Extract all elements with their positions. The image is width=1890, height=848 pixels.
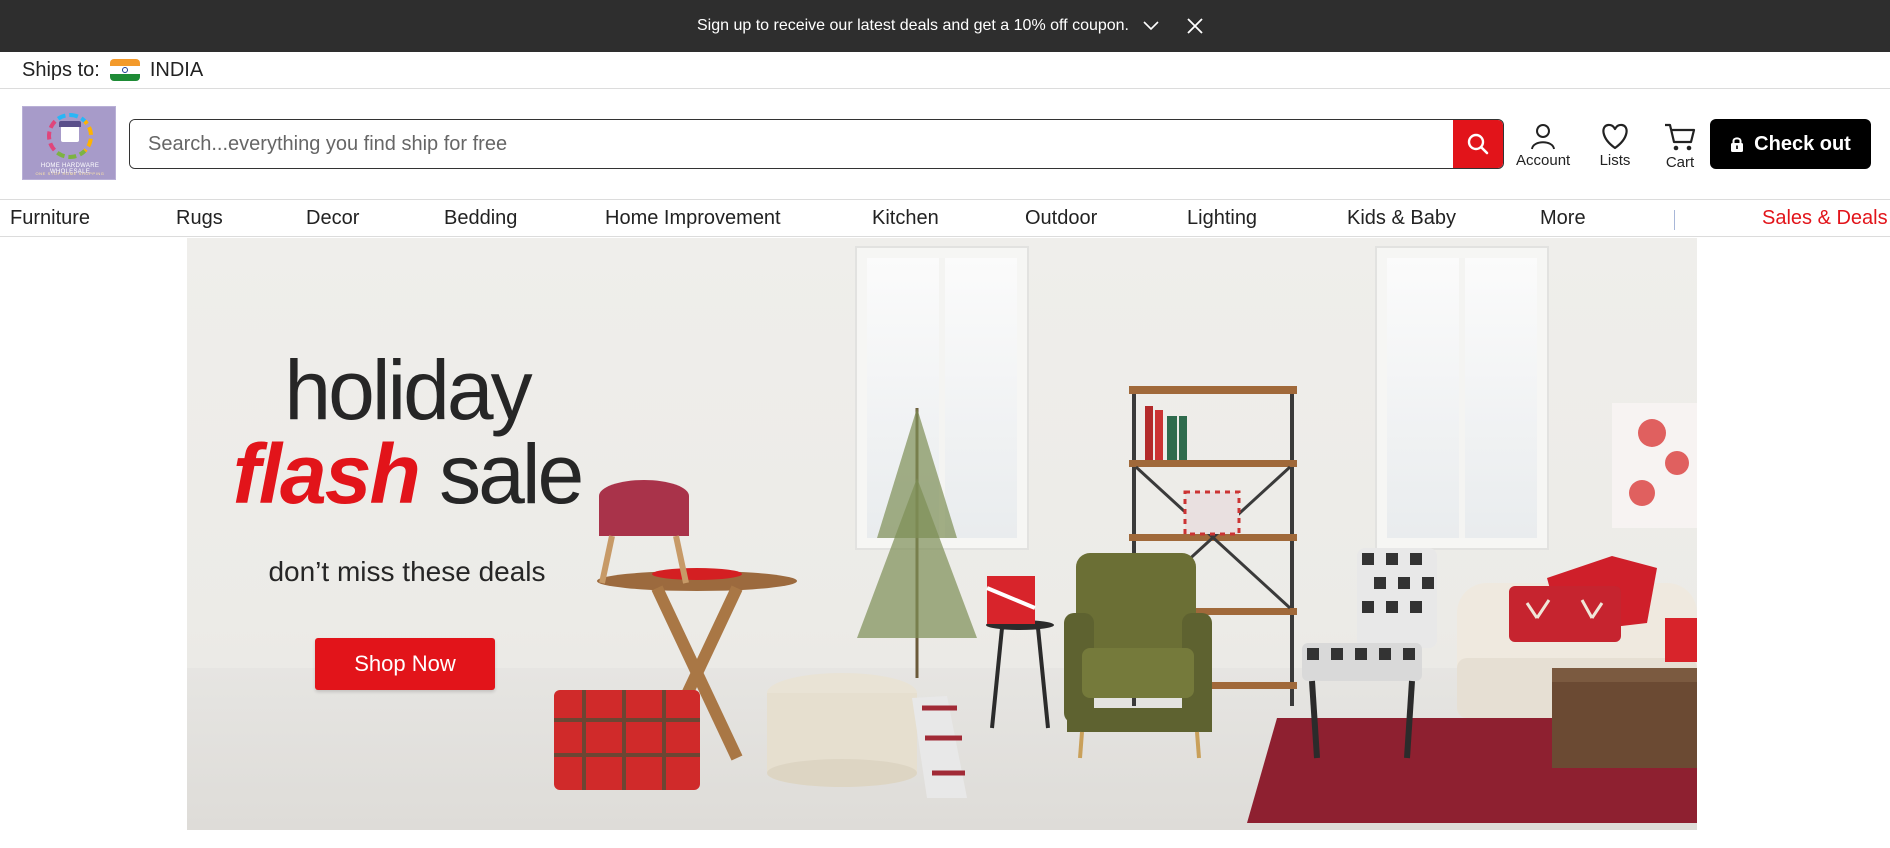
storefront-icon	[59, 121, 81, 142]
nav-item-kitchen[interactable]: Kitchen	[872, 207, 939, 230]
search-button[interactable]	[1453, 120, 1503, 168]
nav-item-outdoor[interactable]: Outdoor	[1025, 207, 1097, 230]
site-header: HOME HARDWARE WHOLESALE ONE STOP HOME SH…	[0, 90, 1890, 200]
lists-button[interactable]: Lists	[1599, 122, 1631, 169]
ships-to-bar[interactable]: Ships to: INDIA	[0, 52, 1890, 89]
category-nav: Furniture Rugs Decor Bedding Home Improv…	[0, 201, 1890, 237]
india-flag-icon	[109, 59, 140, 81]
hero-subtitle: don’t miss these deals	[268, 556, 546, 587]
cart-label: Cart	[1665, 154, 1695, 171]
nav-item-more[interactable]: More	[1540, 207, 1586, 230]
heart-icon	[1602, 123, 1628, 150]
nav-item-sales-deals[interactable]: Sales & Deals	[1762, 207, 1888, 230]
search-icon	[1467, 133, 1489, 155]
holiday-room-scene-image	[554, 386, 1697, 823]
chevron-down-icon[interactable]	[1143, 18, 1159, 34]
cart-icon	[1665, 123, 1696, 151]
hero-title-rest: sale	[439, 427, 584, 521]
hero-title-accent: flash	[232, 427, 421, 521]
promo-text: Sign up to receive our latest deals and …	[697, 17, 1129, 34]
checkout-button[interactable]: Check out	[1710, 119, 1871, 169]
search-bar	[129, 119, 1504, 169]
nav-item-bedding[interactable]: Bedding	[444, 207, 517, 230]
nav-item-kids-baby[interactable]: Kids & Baby	[1347, 207, 1456, 230]
account-label: Account	[1516, 152, 1571, 169]
nav-item-lighting[interactable]: Lighting	[1187, 207, 1257, 230]
account-button[interactable]: Account	[1516, 122, 1570, 169]
store-logo[interactable]: HOME HARDWARE WHOLESALE ONE STOP HOME SH…	[22, 106, 116, 180]
close-icon[interactable]	[1185, 16, 1205, 36]
nav-item-home-improvement[interactable]: Home Improvement	[605, 207, 781, 230]
logo-tagline: ONE STOP HOME SHOPPING	[35, 171, 105, 176]
nav-item-decor[interactable]: Decor	[306, 207, 359, 230]
lists-label: Lists	[1599, 152, 1631, 169]
hero-title-line2: flash sale	[187, 432, 627, 516]
search-input[interactable]	[130, 120, 1453, 168]
hero-headline: holiday flash sale	[187, 348, 627, 516]
account-icon	[1531, 124, 1556, 150]
nav-divider	[1674, 210, 1675, 230]
ships-to-country: INDIA	[149, 58, 204, 81]
hero-banner[interactable]: holiday flash sale don’t miss these deal…	[187, 238, 1697, 830]
promo-bar: Sign up to receive our latest deals and …	[0, 0, 1890, 52]
cart-button[interactable]: Cart	[1664, 122, 1696, 171]
shop-now-button[interactable]: Shop Now	[315, 638, 495, 690]
ships-to-label: Ships to:	[22, 58, 100, 81]
nav-item-rugs[interactable]: Rugs	[176, 207, 223, 230]
checkout-label: Check out	[1754, 132, 1851, 155]
hero-title-line1: holiday	[284, 343, 532, 437]
lock-icon	[1730, 136, 1744, 153]
nav-item-furniture[interactable]: Furniture	[10, 207, 90, 230]
